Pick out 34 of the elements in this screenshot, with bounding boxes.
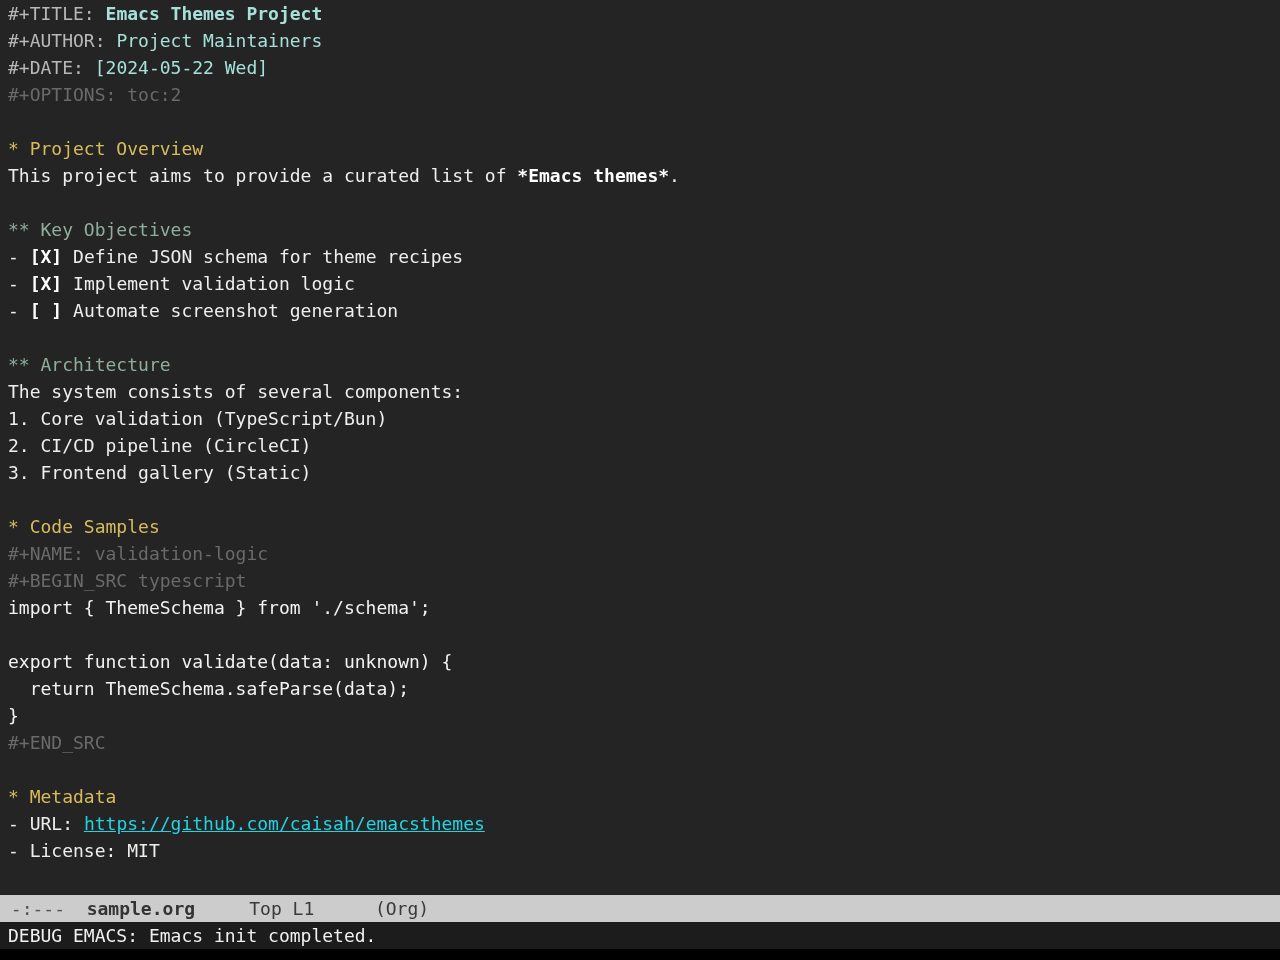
- numbered-item: 1. Core validation (TypeScript/Bun): [8, 408, 388, 429]
- keyword-label: #+TITLE:: [8, 3, 95, 24]
- checklist-item: - [X] Define JSON schema for theme recipes: [8, 246, 464, 267]
- block-name-keyword: #+NAME: validation-logic: [8, 543, 269, 564]
- editor-buffer[interactable]: [0, 0, 1280, 895]
- heading: ** Architecture: [8, 354, 171, 375]
- heading: ** Key Objectives: [8, 219, 193, 240]
- url-link[interactable]: https://github.com/caisah/emacsthemes: [83, 813, 485, 834]
- keyword-label: #+AUTHOR:: [8, 30, 106, 51]
- buffer-name: sample.org: [86, 897, 196, 921]
- begin-src-keyword: #+BEGIN_SRC typescript: [8, 570, 247, 591]
- keyword-value: toc:2: [127, 84, 182, 105]
- paragraph-text: This project aims to provide a curated list of *Emacs themes*.: [8, 165, 680, 186]
- list-item: - License: MIT: [8, 840, 160, 861]
- keyword-value: Project Maintainers: [116, 30, 323, 51]
- paragraph-text: The system consists of several components:: [8, 381, 464, 402]
- source-code-text: import { ThemeSchema } from './schema'; export function validate(data: unknown) { return ThemeSchema.safeParse(data); }: [8, 596, 453, 728]
- numbered-item: 2. CI/CD pipeline (CircleCI): [8, 435, 312, 456]
- echo-message: DEBUG EMACS: Emacs init completed.: [8, 924, 377, 948]
- buffer-status: -:---: [10, 897, 65, 921]
- heading: * Project Overview: [8, 138, 204, 159]
- heading: * Metadata: [8, 786, 117, 807]
- end-src-keyword: #+END_SRC: [8, 732, 106, 753]
- keyword-label: #+OPTIONS:: [8, 84, 117, 105]
- heading: * Code Samples: [8, 516, 160, 537]
- keyword-label: #+DATE:: [8, 57, 84, 78]
- cursor-position: Top L1: [249, 897, 315, 921]
- checklist-item: - [X] Implement validation logic: [8, 273, 355, 294]
- list-item-label: - URL:: [8, 813, 74, 834]
- checklist-item: - [ ] Automate screenshot generation: [8, 300, 399, 321]
- major-mode: (Org): [374, 897, 430, 921]
- keyword-value: [2024-05-22 Wed]: [94, 57, 269, 78]
- document-title: Emacs Themes Project: [105, 3, 323, 24]
- numbered-item: 3. Frontend gallery (Static): [8, 462, 312, 483]
